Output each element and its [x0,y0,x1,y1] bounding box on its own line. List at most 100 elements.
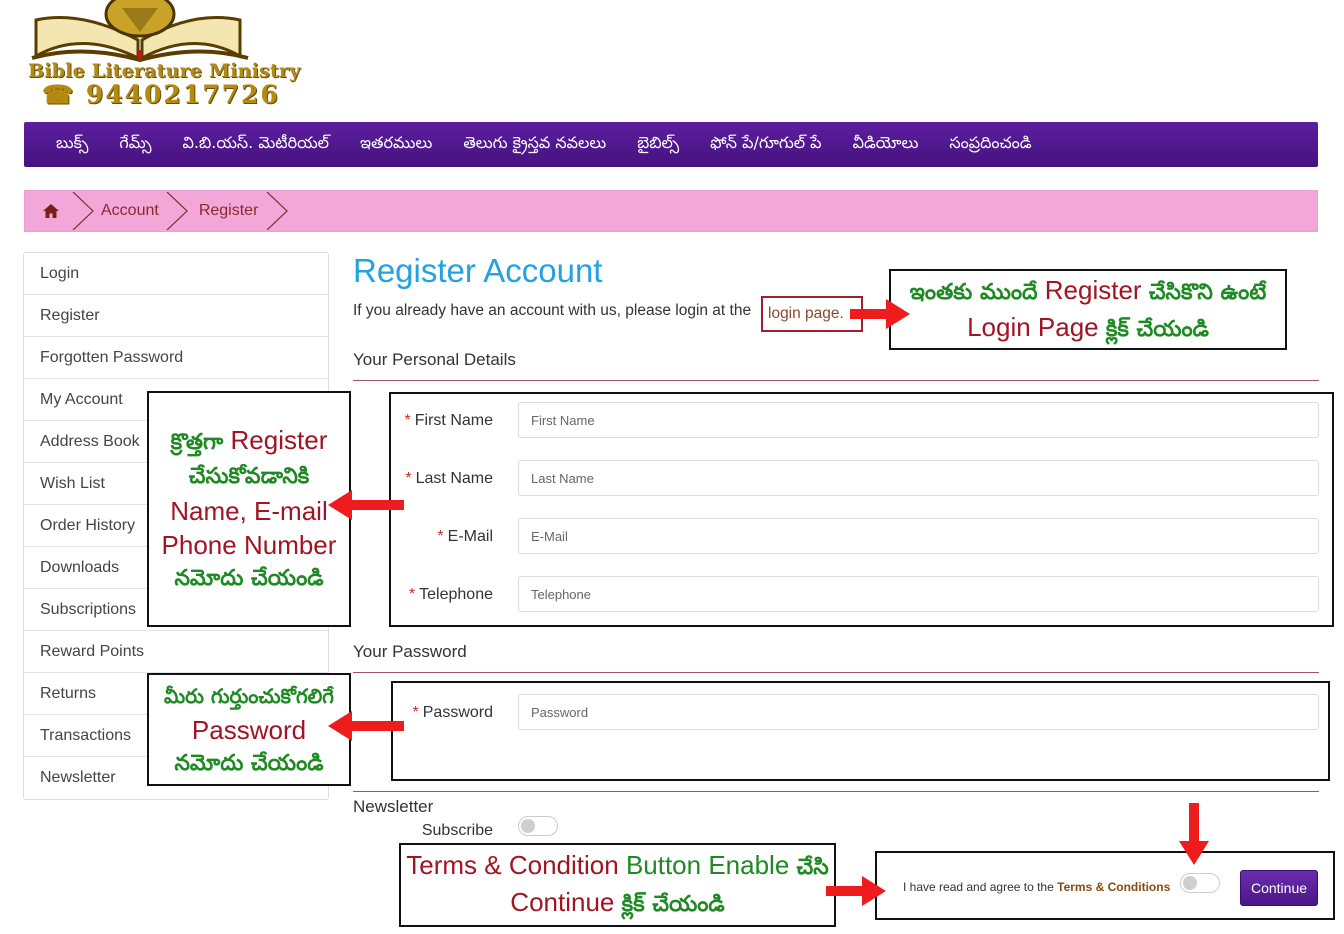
password-legend: Your Password [353,642,467,661]
callout-line: నమోదు చేయండి [174,565,324,591]
arrow-down-icon [1179,803,1209,865]
main-nav: బుక్స్ గేమ్స్ వి.బి.యస్. మెటీరియల్ ఇతరము… [24,122,1318,167]
newsletter-legend: Newsletter [353,797,434,816]
nav-item-games[interactable]: గేమ్స్ [119,133,151,156]
callout-line: నమోదు చేయండి [174,750,324,776]
callout-text: చేసికొని ఉంటే [1148,279,1267,305]
login-callout: ఇంతకు ముందే Register చేసికొని ఉంటే Login… [889,269,1287,350]
callout-text: Register [1044,274,1142,305]
required-mark: * [412,704,419,721]
intro-text: If you already have an account with us, … [353,302,752,319]
home-icon [43,204,59,218]
bible-logo-icon [31,0,249,62]
required-mark: * [404,412,411,429]
login-link-period: . [839,305,844,322]
breadcrumb-register-label: Register [198,202,259,219]
chevron-right-icon [266,192,288,230]
first-name-label: * First Name [405,412,493,430]
callout-text: Login Page [967,311,1099,342]
nav-item-contact[interactable]: సంప్రదించండి [949,133,1031,156]
callout-line: మీరు గుర్తుంచుకోగలిగే [164,683,334,708]
terms-link[interactable]: Terms & Conditions [1057,880,1170,894]
nav-item-videos[interactable]: వీడియోలు [853,133,919,156]
sidebar-item-forgotten-password[interactable]: Forgotten Password [24,337,328,379]
callout-line: Password [191,714,307,745]
chevron-right-icon [166,192,188,230]
nav-item-books[interactable]: బుక్స్ [56,133,88,156]
callout-text: Button Enable [625,850,790,880]
telephone-input[interactable] [518,576,1319,612]
callout-line: క్రొత్తగా Register [171,423,328,460]
logo-title: Bible Literature Ministry [28,60,301,82]
nav-item-novels[interactable]: తెలుగు క్రైస్తవ నవలలు [463,133,606,156]
arrow-left-icon [328,490,404,520]
email-input[interactable] [518,518,1319,554]
terms-callout: Terms & Condition Button Enable చేసి Con… [399,843,836,927]
last-name-input[interactable] [518,460,1319,496]
toggle-knob [521,819,535,833]
callout-text: Register [230,424,328,455]
callout-text: క్లిక్ చేయండి [621,892,725,917]
email-label: * E-Mail [437,528,493,546]
callout-line: Login Page క్లిక్ చేయండి [967,310,1209,347]
required-mark: * [405,470,412,487]
password-label-text: Password [422,704,493,721]
password-input[interactable] [518,694,1319,730]
arrow-right-icon [850,299,910,329]
nav-item-others[interactable]: ఇతరములు [360,133,432,156]
arrow-right-icon [826,876,886,906]
sidebar-item-login[interactable]: Login [24,253,328,295]
subscribe-toggle[interactable] [518,816,558,836]
subscribe-label: Subscribe [421,822,493,839]
page-title: Register Account [353,252,603,289]
callout-line: Name, E-mail [170,495,328,526]
sidebar-item-register[interactable]: Register [24,295,328,337]
last-name-label: * Last Name [405,470,493,488]
agree-toggle[interactable] [1180,873,1220,893]
sidebar-item-reward-points[interactable]: Reward Points [24,631,328,673]
telephone-label-text: Telephone [419,586,493,603]
email-label-text: E-Mail [447,528,493,545]
callout-text: Terms & Condition [406,850,619,880]
divider [353,672,1319,673]
breadcrumb-home[interactable] [25,191,94,231]
telephone-label: * Telephone [409,586,493,604]
password-callout: మీరు గుర్తుంచుకోగలిగే Password నమోదు చేయ… [147,673,351,786]
divider [353,791,1319,792]
login-page-link[interactable]: login page. [761,296,863,332]
required-mark: * [437,528,444,545]
agree-text-label: I have read and agree to the [903,880,1054,894]
callout-line: Terms & Condition Button Enable చేసి [406,848,828,885]
nav-item-vbs-material[interactable]: వి.బి.యస్. మెటీరియల్ [182,133,329,156]
callout-line: Continue క్లిక్ చేయండి [510,885,724,922]
breadcrumb: Account Register [24,190,1318,232]
breadcrumb-register[interactable]: Register [166,191,288,231]
toggle-knob [1183,876,1197,890]
callout-line: Phone Number [161,529,337,560]
required-mark: * [408,586,416,603]
breadcrumb-account[interactable]: Account [77,191,169,231]
callout-line: ఇంతకు ముందే Register చేసికొని ఉంటే [910,273,1266,310]
nav-item-bibles[interactable]: బైబిల్స్ [637,133,679,156]
last-name-label-text: Last Name [415,470,493,487]
logo-phone: ☎ 9440217726 [42,80,280,109]
agree-text: I have read and agree to the Terms & Con… [903,880,1170,894]
callout-text: క్లిక్ చేయండి [1105,316,1209,342]
register-callout: క్రొత్తగా Register చేసుకోవడానికి Name, E… [147,391,351,627]
first-name-input[interactable] [518,402,1319,438]
site-logo[interactable]: Bible Literature Ministry ☎ 9440217726 [22,0,300,110]
login-page-link-label: login page [768,305,840,322]
divider [353,380,1319,381]
breadcrumb-account-label: Account [101,202,159,219]
personal-details-legend: Your Personal Details [353,350,516,369]
callout-line: చేసుకోవడానికి [188,463,310,489]
callout-text: చేసి [796,855,829,880]
callout-text: క్రొత్తగా [170,429,224,455]
password-label: * Password [413,704,493,722]
callout-text: Continue [510,887,615,917]
nav-item-phonepe[interactable]: ఫోన్ పే/గూగుల్ పే [710,133,821,156]
continue-button[interactable]: Continue [1240,870,1318,906]
first-name-label-text: First Name [414,412,493,429]
callout-text: ఇంతకు ముందే [909,279,1038,305]
arrow-left-icon [328,711,404,741]
